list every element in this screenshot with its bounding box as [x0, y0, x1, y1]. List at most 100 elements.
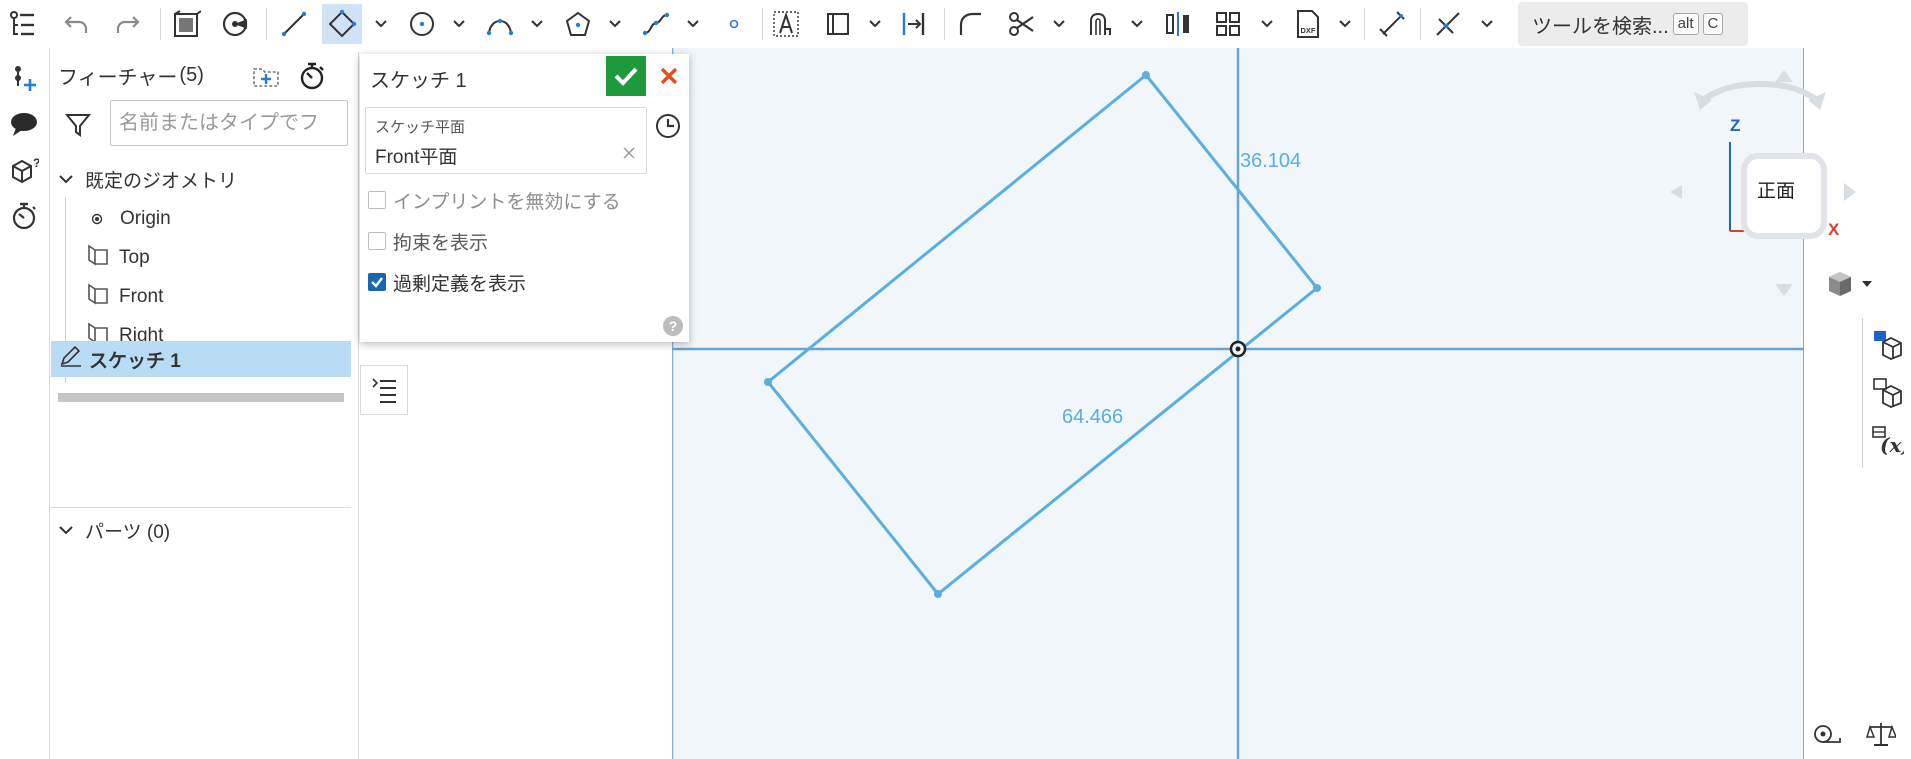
plane-label: Top [119, 247, 150, 268]
point-icon [729, 19, 739, 29]
chevron-down-icon [55, 519, 77, 541]
trim-tool-button[interactable] [1002, 4, 1042, 44]
list-icon [372, 378, 396, 403]
option-label: 拘束を表示 [393, 232, 489, 254]
default-geometry-group[interactable]: 既定のジオメトリ [51, 161, 351, 197]
align-tool-button[interactable] [894, 4, 934, 44]
circle-dropdown-caret[interactable] [450, 12, 468, 36]
construction-dropdown-caret[interactable] [866, 12, 884, 36]
dxf-import-icon: DXF [1297, 10, 1319, 38]
add-folder-button[interactable] [251, 61, 281, 91]
redo-button[interactable] [108, 4, 148, 44]
pattern-dropdown-caret[interactable] [1258, 12, 1276, 36]
feature-list-toggle-button[interactable] [2, 4, 42, 44]
plane-item-front[interactable]: Front [51, 279, 351, 315]
point-tool-button[interactable] [714, 4, 754, 44]
comments-button[interactable] [4, 106, 44, 142]
insert-part-button[interactable] [4, 60, 44, 96]
graphics-canvas[interactable]: 36.104 64.466 [672, 48, 1804, 759]
circle-tool-button[interactable] [402, 4, 442, 44]
offset-tool-button[interactable] [1080, 4, 1120, 44]
plane-icon [87, 244, 109, 272]
dxf-dropdown-caret[interactable] [1336, 12, 1354, 36]
offset-dropdown-caret[interactable] [1128, 12, 1146, 36]
history-timer-icon [12, 202, 36, 230]
rectangle-tool-button[interactable] [322, 4, 362, 44]
undo-button[interactable] [56, 4, 96, 44]
text-tool-button[interactable] [766, 4, 806, 44]
rectangle-dropdown-caret[interactable] [372, 12, 390, 36]
spline-dropdown-caret[interactable] [684, 12, 702, 36]
chevron-down-icon [869, 20, 881, 28]
sketch-plane-options-button[interactable] [652, 110, 684, 142]
sketch-pencil-icon [59, 345, 83, 373]
dimension-long-side[interactable]: 64.466 [1062, 406, 1123, 429]
cube-face-label: 正面 [1757, 181, 1796, 202]
svg-text:?: ? [33, 156, 39, 170]
polygon-dropdown-caret[interactable] [606, 12, 624, 36]
appearance-panel-button[interactable] [1866, 322, 1908, 366]
comment-icon [11, 113, 37, 136]
pattern-tool-button[interactable] [1208, 4, 1248, 44]
sketch-vertex [934, 590, 942, 598]
toolbar-divider [266, 8, 267, 40]
option-disable-imprint[interactable]: インプリントを無効にする [368, 186, 621, 214]
variables-button[interactable]: (x) [1866, 418, 1908, 462]
origin-marker-dot [1235, 346, 1241, 352]
help-icon[interactable]: ? [663, 316, 683, 336]
sketch-item-selected[interactable]: スケッチ 1 [51, 341, 351, 377]
sketch-plane-value: Front平面 [375, 147, 458, 168]
sketch-plane-field[interactable]: スケッチ平面 Front平面 [365, 107, 647, 174]
dimension-short-side[interactable]: 36.104 [1240, 150, 1301, 173]
close-icon [660, 67, 678, 85]
clock-dial-icon [656, 114, 680, 138]
dimension-icon [1379, 11, 1405, 37]
filter-button[interactable] [63, 110, 93, 140]
arc-dropdown-caret[interactable] [528, 12, 546, 36]
measure-tool-button[interactable] [1812, 722, 1844, 748]
constraint-dropdown-caret[interactable] [1478, 12, 1496, 36]
filter-icon [65, 114, 91, 137]
rollback-timer-button[interactable] [297, 61, 327, 91]
dimension-tool-button[interactable] [1372, 4, 1412, 44]
dxf-import-button[interactable]: DXF [1288, 4, 1328, 44]
section-view-button[interactable] [216, 4, 256, 44]
trim-dropdown-caret[interactable] [1050, 12, 1068, 36]
plane-item-top[interactable]: Top [51, 240, 351, 276]
origin-label: Origin [120, 208, 171, 229]
view-normal-button[interactable] [166, 4, 206, 44]
arc-tool-button[interactable] [480, 4, 520, 44]
arc-icon [486, 18, 514, 36]
option-show-overdefined[interactable]: 過剰定義を表示 [368, 268, 526, 296]
mass-properties-button[interactable] [1866, 370, 1908, 414]
parts-group[interactable]: パーツ (0) [51, 512, 351, 548]
construction-tool-button[interactable] [818, 4, 858, 44]
clear-selection-button[interactable] [620, 144, 638, 162]
sketch-list-toggle-button[interactable] [360, 365, 408, 415]
rollback-bar[interactable] [58, 393, 344, 402]
checkbox[interactable] [368, 232, 386, 250]
line-tool-button[interactable] [274, 4, 314, 44]
scale-balance-icon [1865, 723, 1898, 746]
origin-item[interactable]: Origin [51, 201, 351, 237]
checkbox[interactable] [368, 191, 386, 209]
feature-search-input[interactable] [110, 100, 348, 146]
cancel-button[interactable] [651, 56, 687, 96]
offset-icon [1090, 12, 1111, 35]
view-mode-dropdown[interactable] [1826, 264, 1882, 304]
option-show-constraints[interactable]: 拘束を表示 [368, 227, 488, 255]
mirror-tool-button[interactable] [1158, 4, 1198, 44]
feature-list-title: フィーチャー [58, 66, 178, 89]
polygon-tool-button[interactable] [558, 4, 598, 44]
history-timer-button[interactable] [4, 198, 44, 234]
accept-button[interactable] [606, 56, 646, 96]
fillet-tool-button[interactable] [950, 4, 990, 44]
sketch-viewport[interactable] [672, 48, 1804, 759]
checkbox-checked[interactable] [368, 273, 386, 291]
spline-tool-button[interactable] [636, 4, 676, 44]
part-studio-info-button[interactable]: ? [4, 152, 44, 188]
tool-search-button[interactable]: ツールを検索... alt C [1518, 2, 1748, 46]
undo-icon [64, 16, 88, 33]
constraint-tool-button[interactable] [1428, 4, 1468, 44]
mass-balance-button[interactable] [1865, 720, 1898, 748]
